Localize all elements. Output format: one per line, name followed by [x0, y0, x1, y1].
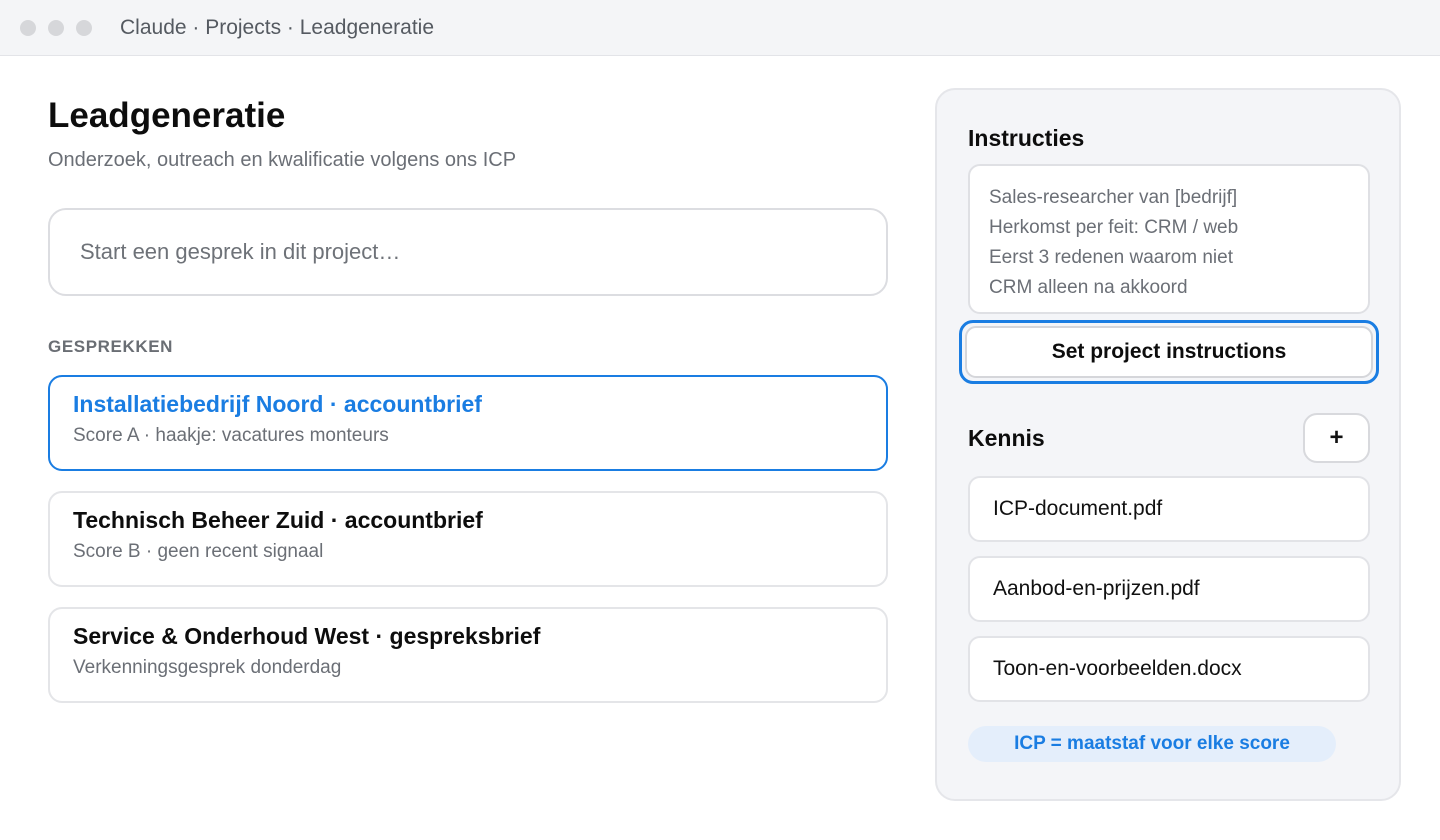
set-project-instructions-label: Set project instructions [965, 326, 1373, 378]
conversation-item[interactable]: Service & Onderhoud West · gespreksbrief… [48, 607, 888, 703]
add-knowledge-button[interactable]: + [1303, 413, 1370, 463]
composer-input[interactable] [80, 210, 860, 294]
window-minimize-button[interactable] [48, 20, 64, 36]
window-maximize-button[interactable] [76, 20, 92, 36]
instructions-preview[interactable]: Sales-researcher van [bedrijf] Herkomst … [968, 164, 1370, 314]
chat-composer[interactable] [48, 208, 888, 296]
plus-icon: + [1329, 424, 1344, 451]
icp-note-badge: ICP = maatstaf voor elke score [968, 726, 1336, 762]
knowledge-file-name: Toon-en-voorbeelden.docx [993, 657, 1242, 680]
conversations-section-label: GESPREKKEN [48, 337, 174, 356]
instructions-line: Sales-researcher van [bedrijf] [989, 187, 1238, 208]
knowledge-file-name: Aanbod-en-prijzen.pdf [993, 577, 1200, 600]
knowledge-file[interactable]: Toon-en-voorbeelden.docx [968, 636, 1370, 702]
conversation-item[interactable]: Installatiebedrijf Noord · accountbrief … [48, 375, 888, 471]
page-subtitle: Onderzoek, outreach en kwalificatie volg… [48, 149, 517, 171]
conversation-subtitle: Score B · geen recent signaal [73, 541, 324, 562]
knowledge-file[interactable]: ICP-document.pdf [968, 476, 1370, 542]
knowledge-heading: Kennis [968, 425, 1045, 451]
conversation-title: Service & Onderhoud West · gespreksbrief [73, 623, 541, 649]
window-titlebar: Claude · Projects · Leadgeneratie [0, 0, 1440, 56]
conversation-title: Technisch Beheer Zuid · accountbrief [73, 507, 483, 533]
project-sidebar: Instructies Sales-researcher van [bedrij… [935, 88, 1401, 801]
instructions-line: CRM alleen na akkoord [989, 277, 1188, 298]
page-title: Leadgeneratie [48, 96, 286, 135]
instructions-line: Eerst 3 redenen waarom niet [989, 247, 1233, 268]
conversation-title: Installatiebedrijf Noord · accountbrief [73, 391, 482, 417]
conversation-item[interactable]: Technisch Beheer Zuid · accountbrief Sco… [48, 491, 888, 587]
breadcrumb: Claude · Projects · Leadgeneratie [120, 16, 435, 39]
set-project-instructions-button[interactable]: Set project instructions [959, 320, 1379, 384]
window-close-button[interactable] [20, 20, 36, 36]
knowledge-file-name: ICP-document.pdf [993, 497, 1163, 520]
knowledge-file[interactable]: Aanbod-en-prijzen.pdf [968, 556, 1370, 622]
conversation-subtitle: Verkenningsgesprek donderdag [73, 657, 342, 678]
conversation-subtitle: Score A · haakje: vacatures monteurs [73, 425, 389, 446]
instructions-heading: Instructies [968, 125, 1085, 151]
instructions-line: Herkomst per feit: CRM / web [989, 217, 1239, 238]
